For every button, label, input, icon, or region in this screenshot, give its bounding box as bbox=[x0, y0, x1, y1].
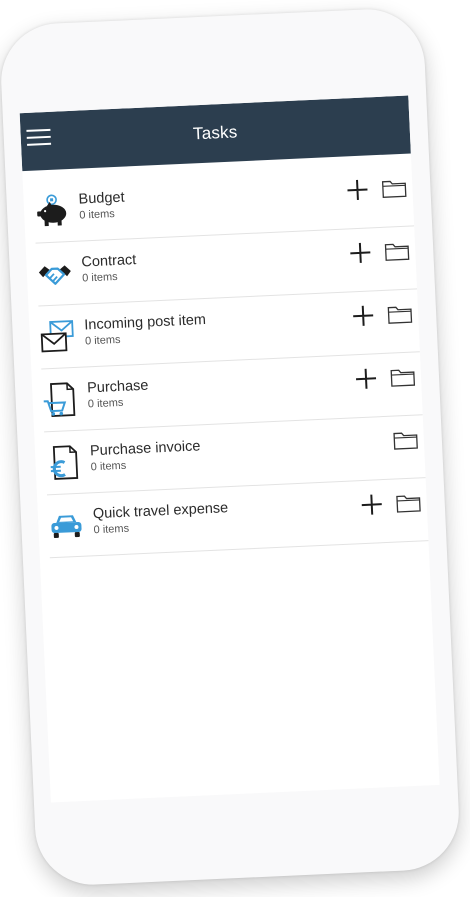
open-purchase-invoice-folder-button[interactable] bbox=[391, 425, 420, 454]
folder-icon bbox=[390, 369, 416, 387]
page-title: Tasks bbox=[192, 122, 238, 144]
piggy-bank-icon bbox=[33, 192, 71, 230]
stage: Tasks Budget 0 items Contract 0 items In… bbox=[0, 0, 470, 897]
open-incoming-post-item-folder-button[interactable] bbox=[386, 300, 415, 329]
task-actions bbox=[343, 173, 413, 204]
folder-icon bbox=[384, 243, 410, 261]
plus-icon bbox=[350, 242, 371, 263]
task-actions bbox=[391, 425, 424, 454]
folder-icon bbox=[393, 432, 418, 450]
task-actions bbox=[351, 362, 421, 393]
add-budget-button[interactable] bbox=[343, 175, 372, 204]
task-list: Budget 0 items Contract 0 items Incoming… bbox=[22, 153, 429, 559]
add-quick-travel-expense-button[interactable] bbox=[357, 490, 386, 519]
open-quick-travel-expense-folder-button[interactable] bbox=[394, 488, 423, 517]
open-purchase-folder-button[interactable] bbox=[388, 362, 417, 391]
shopping-cart-document-icon bbox=[42, 381, 80, 419]
task-text: Purchase invoice 0 items bbox=[90, 427, 425, 474]
handshake-icon bbox=[36, 255, 74, 293]
add-purchase-button[interactable] bbox=[351, 364, 380, 393]
task-actions bbox=[346, 236, 416, 267]
task-actions bbox=[357, 488, 427, 519]
folder-icon bbox=[396, 495, 421, 513]
plus-icon bbox=[353, 305, 374, 326]
plus-icon bbox=[347, 179, 368, 200]
euro-document-icon bbox=[45, 444, 83, 482]
plus-icon bbox=[361, 494, 382, 515]
hamburger-menu-icon[interactable] bbox=[26, 128, 52, 150]
open-budget-folder-button[interactable] bbox=[380, 174, 409, 203]
phone-frame: Tasks Budget 0 items Contract 0 items In… bbox=[0, 6, 462, 888]
folder-icon bbox=[381, 180, 407, 198]
car-icon bbox=[48, 507, 86, 545]
plus-icon bbox=[356, 368, 377, 389]
task-actions bbox=[349, 299, 419, 330]
add-incoming-post-item-button[interactable] bbox=[349, 301, 378, 330]
add-contract-button[interactable] bbox=[346, 238, 375, 267]
app-screen: Tasks Budget 0 items Contract 0 items In… bbox=[19, 95, 440, 803]
mail-envelope-icon bbox=[39, 318, 77, 356]
folder-icon bbox=[387, 306, 413, 324]
open-contract-folder-button[interactable] bbox=[383, 237, 412, 266]
